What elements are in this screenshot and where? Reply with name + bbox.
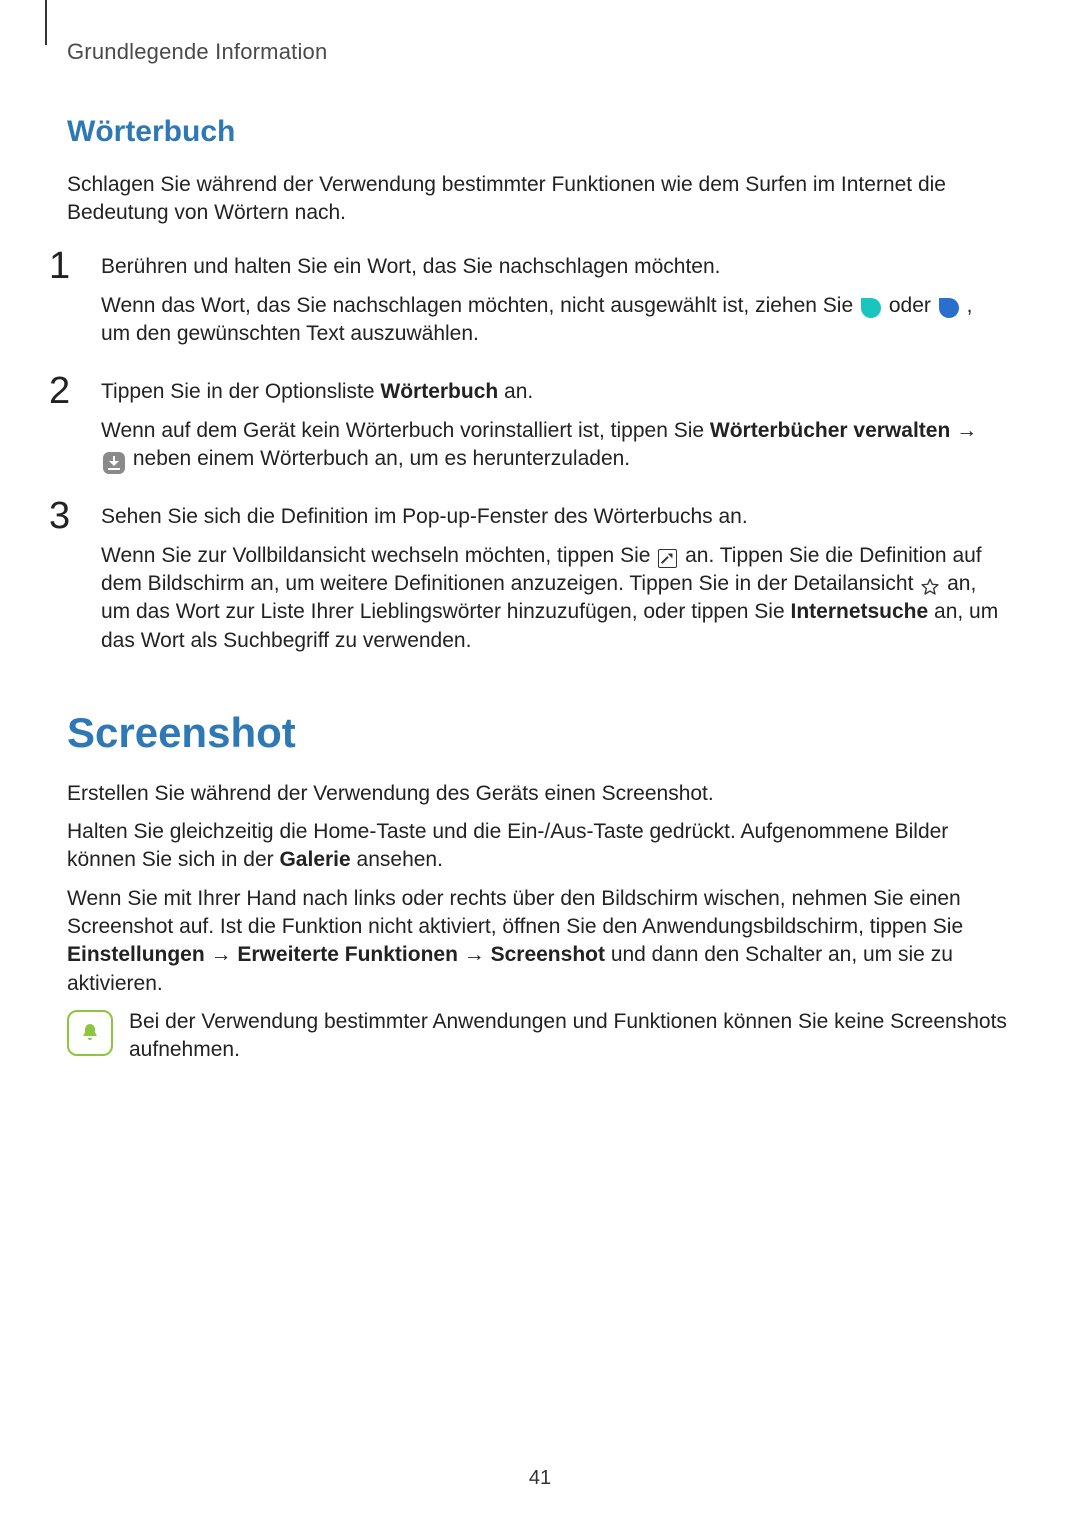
- intro-text: Schlagen Sie während der Verwendung best…: [67, 171, 1007, 228]
- text-span: Wenn Sie mit Ihrer Hand nach links oder …: [67, 887, 963, 938]
- download-icon: [103, 452, 125, 474]
- page-content: Wörterbuch Schlagen Sie während der Verw…: [67, 100, 1007, 1065]
- page-number: 41: [0, 1465, 1080, 1492]
- bold-text: Internetsuche: [790, 600, 928, 623]
- step-subtext: Wenn das Wort, das Sie nachschlagen möch…: [101, 292, 1007, 349]
- step-2: 2 Tippen Sie in der Optionsliste Wörterb…: [67, 378, 1007, 473]
- step-subtext: Wenn Sie zur Vollbildansicht wechseln mö…: [101, 542, 1007, 655]
- step-number: 1: [49, 241, 70, 292]
- bold-text: Wörterbuch: [380, 380, 498, 403]
- page-corner-mark: [45, 0, 47, 45]
- arrow-text: →: [956, 419, 977, 442]
- bold-text: Galerie: [279, 848, 350, 871]
- heading-screenshot: Screenshot: [67, 705, 1007, 762]
- bold-text: Wörterbücher verwalten: [710, 419, 950, 442]
- selection-handle-teal-icon: [861, 298, 881, 318]
- text-span: Wenn auf dem Gerät kein Wörterbuch vorin…: [101, 419, 710, 442]
- arrow-text: →: [464, 943, 491, 966]
- paragraph: Erstellen Sie während der Verwendung des…: [67, 780, 1007, 808]
- step-text: Tippen Sie in der Optionsliste Wörterbuc…: [101, 378, 1007, 406]
- bold-text: Erweiterte Funktionen: [237, 943, 458, 966]
- note-block: Bei der Verwendung bestimmter Anwendunge…: [67, 1008, 1007, 1065]
- selection-handle-blue-icon: [939, 298, 959, 318]
- running-header: Grundlegende Information: [67, 37, 327, 67]
- note-text: Bei der Verwendung bestimmter Anwendunge…: [129, 1008, 1007, 1065]
- paragraph: Halten Sie gleichzeitig die Home-Taste u…: [67, 818, 1007, 875]
- text-span: Wenn das Wort, das Sie nachschlagen möch…: [101, 294, 859, 317]
- step-text: Berühren und halten Sie ein Wort, das Si…: [101, 253, 1007, 281]
- bold-text: Einstellungen: [67, 943, 205, 966]
- step-1: 1 Berühren und halten Sie ein Wort, das …: [67, 253, 1007, 348]
- text-span: Halten Sie gleichzeitig die Home-Taste u…: [67, 820, 948, 871]
- star-icon: [920, 577, 940, 597]
- step-number: 2: [49, 366, 70, 417]
- heading-worterbuch: Wörterbuch: [67, 112, 1007, 153]
- text-span: ansehen.: [357, 848, 443, 871]
- text-span: an.: [504, 380, 533, 403]
- text-span: Wenn Sie zur Vollbildansicht wechseln mö…: [101, 544, 656, 567]
- expand-icon: [658, 549, 677, 568]
- step-text: Sehen Sie sich die Definition im Pop-up-…: [101, 503, 1007, 531]
- bold-text: Screenshot: [491, 943, 605, 966]
- text-span: Tippen Sie in der Optionsliste: [101, 380, 380, 403]
- text-span: oder: [889, 294, 937, 317]
- step-3: 3 Sehen Sie sich die Definition im Pop-u…: [67, 503, 1007, 655]
- note-bell-icon: [67, 1010, 113, 1056]
- text-span: neben einem Wörterbuch an, um es herunte…: [133, 447, 630, 470]
- arrow-text: →: [211, 943, 238, 966]
- paragraph: Wenn Sie mit Ihrer Hand nach links oder …: [67, 885, 1007, 998]
- step-number: 3: [49, 491, 70, 542]
- step-subtext: Wenn auf dem Gerät kein Wörterbuch vorin…: [101, 417, 1007, 474]
